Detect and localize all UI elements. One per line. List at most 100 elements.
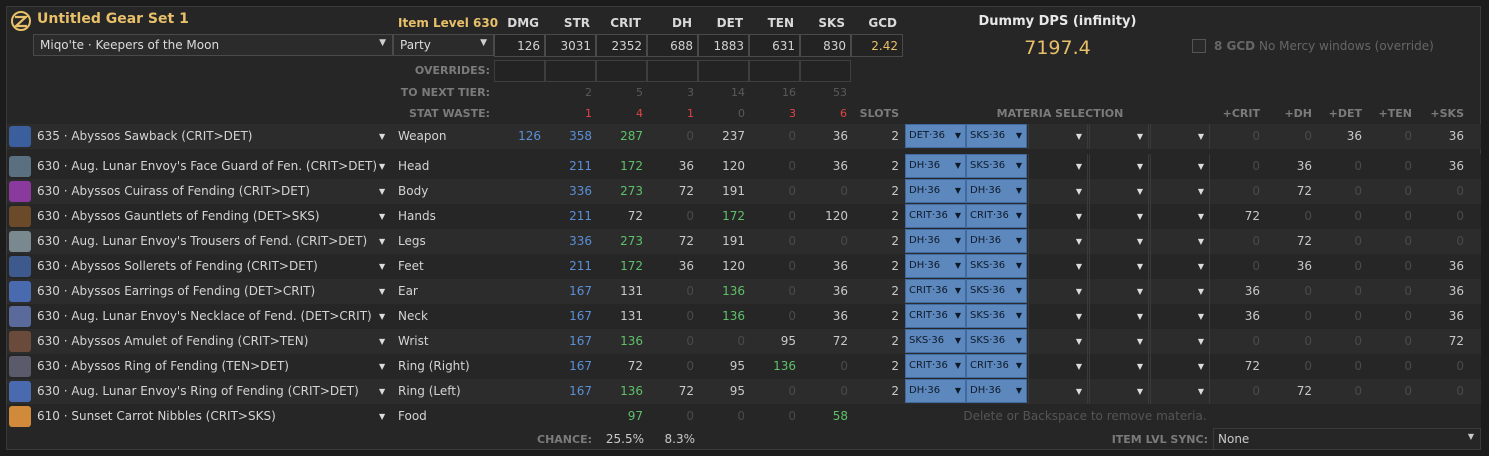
materia-select[interactable]: SKS·36 ▼	[966, 304, 1027, 328]
materia-select-empty[interactable]: ▼	[1150, 229, 1210, 254]
materia-select-empty[interactable]: ▼	[1089, 154, 1149, 179]
materia-select[interactable]: DH·36 ▼	[905, 379, 966, 403]
chevron-down-icon[interactable]: ▼	[379, 204, 391, 229]
materia-select[interactable]: SKS·36 ▼	[966, 154, 1027, 178]
materia-select-empty[interactable]: ▼	[1028, 124, 1088, 149]
materia-select[interactable]: DH·36 ▼	[966, 379, 1027, 403]
materia-select-empty[interactable]: ▼	[1089, 354, 1149, 379]
materia-select-empty[interactable]: ▼	[1089, 254, 1149, 279]
gcd-override-label[interactable]: 8 GCD No Mercy windows (override)	[1214, 39, 1434, 53]
item-level-sync-select[interactable]: None ▼	[1213, 428, 1481, 450]
materia-select-empty[interactable]: ▼	[1089, 124, 1149, 149]
materia-select-empty[interactable]: ▼	[1089, 329, 1149, 354]
override-input-dmg[interactable]	[494, 60, 545, 82]
override-input-det[interactable]	[698, 60, 749, 82]
chevron-down-icon[interactable]: ▼	[379, 304, 391, 329]
dps-value: 7197.4	[1024, 37, 1091, 59]
gear-item-name[interactable]: 630 · Aug. Lunar Envoy's Ring of Fending…	[37, 379, 387, 404]
chevron-down-icon[interactable]: ▼	[379, 379, 391, 404]
gear-item-name[interactable]: 630 · Abyssos Earrings of Fending (DET>C…	[37, 279, 387, 304]
materia-select-empty[interactable]: ▼	[1089, 304, 1149, 329]
chevron-down-icon[interactable]: ▼	[379, 404, 391, 429]
chevron-down-icon: ▼	[954, 261, 961, 270]
override-input-dh[interactable]	[647, 60, 698, 82]
materia-select[interactable]: CRIT·36 ▼	[966, 354, 1027, 378]
materia-select[interactable]: SKS·36 ▼	[966, 329, 1027, 353]
materia-select[interactable]: CRIT·36 ▼	[905, 304, 966, 328]
chevron-down-icon[interactable]: ▼	[379, 154, 391, 179]
gcd-override-bold: 8 GCD	[1214, 39, 1256, 53]
gear-item-name[interactable]: 630 · Abyssos Cuirass of Fending (CRIT>D…	[37, 179, 387, 204]
materia-select-empty[interactable]: ▼	[1089, 279, 1149, 304]
gear-item-name[interactable]: 630 · Abyssos Amulet of Fending (CRIT>TE…	[37, 329, 387, 354]
bonus-det: 0	[1354, 334, 1362, 348]
materia-select[interactable]: SKS·36 ▼	[966, 254, 1027, 278]
chevron-down-icon[interactable]: ▼	[379, 124, 391, 149]
materia-select-empty[interactable]: ▼	[1150, 354, 1210, 379]
materia-select[interactable]: DH·36 ▼	[966, 229, 1027, 253]
materia-select-empty[interactable]: ▼	[1028, 179, 1088, 204]
materia-select-empty[interactable]: ▼	[1028, 304, 1088, 329]
materia-select-empty[interactable]: ▼	[1150, 329, 1210, 354]
materia-select[interactable]: SKS·36 ▼	[966, 279, 1027, 303]
materia-select[interactable]: CRIT·36 ▼	[966, 204, 1027, 228]
materia-select[interactable]: SKS·36 ▼	[905, 329, 966, 353]
gearset-title[interactable]: Untitled Gear Set 1	[37, 11, 189, 27]
gear-item-name[interactable]: 630 · Aug. Lunar Envoy's Necklace of Fen…	[37, 304, 387, 329]
gear-item-name[interactable]: 630 · Abyssos Ring of Fending (TEN>DET)	[37, 354, 387, 379]
materia-select-empty[interactable]: ▼	[1028, 379, 1088, 404]
materia-select[interactable]: DH·36 ▼	[905, 179, 966, 203]
materia-select[interactable]: DET·36 ▼	[905, 124, 966, 148]
party-select[interactable]: Party ▼	[393, 34, 494, 56]
materia-select[interactable]: SKS·36 ▼	[966, 124, 1027, 148]
chevron-down-icon[interactable]: ▼	[379, 329, 391, 354]
override-input-crit[interactable]	[596, 60, 647, 82]
materia-select[interactable]: CRIT·36 ▼	[905, 204, 966, 228]
stat-value-sks: 830	[800, 34, 851, 57]
gear-stat-sks: 120	[825, 209, 848, 223]
chevron-down-icon[interactable]: ▼	[379, 279, 391, 304]
gear-item-name[interactable]: 630 · Abyssos Gauntlets of Fending (DET>…	[37, 204, 387, 229]
override-input-sks[interactable]	[800, 60, 851, 82]
gcd-override-checkbox[interactable]	[1192, 39, 1206, 53]
job-race-select[interactable]: Miqo'te · Keepers of the Moon ▼	[33, 34, 393, 56]
materia-value: CRIT·36	[970, 210, 1009, 221]
materia-select-empty[interactable]: ▼	[1089, 179, 1149, 204]
materia-select-empty[interactable]: ▼	[1150, 179, 1210, 204]
materia-select-empty[interactable]: ▼	[1150, 379, 1210, 404]
gear-item-name[interactable]: 630 · Aug. Lunar Envoy's Face Guard of F…	[37, 154, 387, 179]
materia-select-empty[interactable]: ▼	[1150, 279, 1210, 304]
chevron-down-icon[interactable]: ▼	[379, 354, 391, 379]
materia-select-empty[interactable]: ▼	[1028, 229, 1088, 254]
chevron-down-icon[interactable]: ▼	[379, 179, 391, 204]
materia-select[interactable]: CRIT·36 ▼	[905, 279, 966, 303]
gear-item-name[interactable]: 630 · Abyssos Sollerets of Fending (CRIT…	[37, 254, 387, 279]
override-input-str[interactable]	[545, 60, 596, 82]
materia-select-empty[interactable]: ▼	[1028, 254, 1088, 279]
materia-select[interactable]: DH·36 ▼	[905, 154, 966, 178]
materia-select-empty[interactable]: ▼	[1089, 379, 1149, 404]
materia-select-empty[interactable]: ▼	[1028, 279, 1088, 304]
materia-select-empty[interactable]: ▼	[1028, 154, 1088, 179]
materia-select-empty[interactable]: ▼	[1150, 124, 1210, 149]
materia-select-empty[interactable]: ▼	[1150, 304, 1210, 329]
materia-select-empty[interactable]: ▼	[1028, 204, 1088, 229]
materia-select-empty[interactable]: ▼	[1028, 354, 1088, 379]
materia-select-empty[interactable]: ▼	[1089, 204, 1149, 229]
materia-select[interactable]: DH·36 ▼	[905, 254, 966, 278]
materia-select[interactable]: DH·36 ▼	[966, 179, 1027, 203]
materia-select-empty[interactable]: ▼	[1150, 254, 1210, 279]
materia-select[interactable]: DH·36 ▼	[905, 229, 966, 253]
gear-item-name[interactable]: 630 · Aug. Lunar Envoy's Trousers of Fen…	[37, 229, 387, 254]
bonus-ten: 0	[1404, 309, 1412, 323]
override-input-ten[interactable]	[749, 60, 800, 82]
gear-item-name[interactable]: 635 · Abyssos Sawback (CRIT>DET)	[37, 124, 387, 149]
gear-item-name[interactable]: 610 · Sunset Carrot Nibbles (CRIT>SKS)	[37, 404, 387, 429]
materia-select-empty[interactable]: ▼	[1150, 204, 1210, 229]
materia-select-empty[interactable]: ▼	[1150, 154, 1210, 179]
materia-select-empty[interactable]: ▼	[1089, 229, 1149, 254]
chevron-down-icon[interactable]: ▼	[379, 254, 391, 279]
materia-select-empty[interactable]: ▼	[1028, 329, 1088, 354]
materia-select[interactable]: CRIT·36 ▼	[905, 354, 966, 378]
chevron-down-icon[interactable]: ▼	[379, 229, 391, 254]
